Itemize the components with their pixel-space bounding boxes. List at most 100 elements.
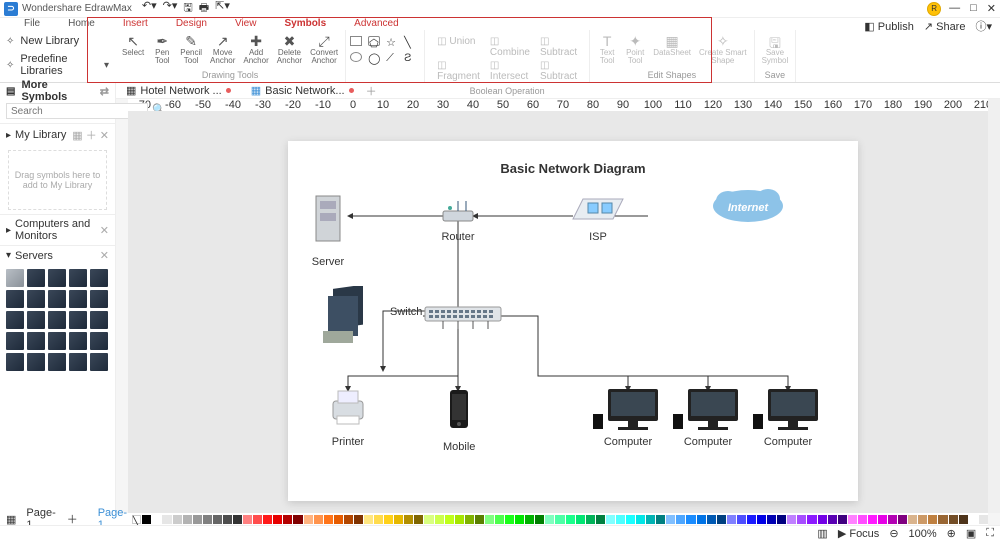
color-swatch[interactable] (596, 515, 605, 524)
fragment-button[interactable]: ◫ Fragment (437, 60, 480, 82)
delete-anchor-tool[interactable]: ✖Delete Anchor (274, 32, 305, 66)
color-swatch[interactable] (253, 515, 262, 524)
color-swatch[interactable] (878, 515, 887, 524)
color-swatch[interactable] (686, 515, 695, 524)
server-shape[interactable] (48, 332, 66, 350)
node-printer[interactable]: Printer (323, 386, 373, 448)
menu-home[interactable]: Home (54, 18, 109, 30)
tab-basic-network[interactable]: ▦ Basic Network... (243, 84, 362, 97)
color-swatch[interactable] (324, 515, 333, 524)
new-library-button[interactable]: ✧ New Library (6, 32, 109, 50)
color-swatch[interactable] (969, 515, 978, 524)
print-icon[interactable]: 🖶 (199, 0, 209, 18)
color-swatch[interactable] (162, 515, 171, 524)
menu-design[interactable]: Design (162, 18, 221, 30)
node-server[interactable]: Server (308, 191, 348, 268)
fullscreen-icon[interactable]: ⛶ (986, 527, 994, 540)
server-shape[interactable] (90, 269, 108, 287)
server-shape[interactable] (27, 269, 45, 287)
color-swatch[interactable] (959, 515, 968, 524)
color-swatch[interactable] (566, 515, 575, 524)
color-swatch[interactable] (435, 515, 444, 524)
node-computer-1[interactable]: Computer (593, 386, 663, 448)
my-library-section[interactable]: ▸ My Library▦ ＋ ✕ (0, 123, 115, 146)
color-swatch[interactable] (737, 515, 746, 524)
node-mobile[interactable]: Mobile (443, 386, 475, 453)
color-swatch[interactable] (424, 515, 433, 524)
color-swatch[interactable] (404, 515, 413, 524)
color-swatch[interactable] (777, 515, 786, 524)
node-storage[interactable] (318, 286, 378, 349)
color-swatch[interactable] (586, 515, 595, 524)
color-swatch[interactable] (445, 515, 454, 524)
combine-button[interactable]: ◫ Combine (490, 36, 530, 58)
color-swatch[interactable] (949, 515, 958, 524)
color-swatch[interactable] (314, 515, 323, 524)
union-button[interactable]: ◫ Union (437, 36, 480, 58)
color-swatch[interactable] (727, 515, 736, 524)
color-swatch[interactable] (334, 515, 343, 524)
color-swatch[interactable] (193, 515, 202, 524)
server-shape[interactable] (27, 311, 45, 329)
server-shape[interactable] (6, 269, 24, 287)
color-swatch[interactable] (807, 515, 816, 524)
server-shape[interactable] (6, 332, 24, 350)
scrollbar-vertical[interactable] (988, 99, 1000, 513)
move-anchor-tool[interactable]: ↗Move Anchor (207, 32, 238, 66)
server-shape[interactable] (69, 353, 87, 371)
canvas[interactable]: Basic Network Diagram Server Router ISP … (128, 111, 988, 513)
zoom-out-button[interactable]: ⊖ (889, 527, 898, 540)
color-swatch[interactable] (384, 515, 393, 524)
color-swatch[interactable] (344, 515, 353, 524)
color-swatch[interactable] (142, 515, 151, 524)
menu-insert[interactable]: Insert (109, 18, 162, 30)
save-icon[interactable]: 🖫 (183, 0, 192, 18)
computers-section[interactable]: ▸ Computers and Monitors✕ (0, 214, 115, 245)
server-shape[interactable] (69, 332, 87, 350)
menu-file[interactable]: File (10, 18, 54, 30)
color-swatch[interactable] (717, 515, 726, 524)
menu-advanced[interactable]: Advanced (340, 18, 412, 30)
color-swatch[interactable] (848, 515, 857, 524)
color-swatch[interactable] (293, 515, 302, 524)
color-swatch[interactable] (173, 515, 182, 524)
color-swatch[interactable] (555, 515, 564, 524)
server-shape[interactable] (48, 269, 66, 287)
color-swatch[interactable] (818, 515, 827, 524)
color-swatch[interactable] (697, 515, 706, 524)
intersect-button[interactable]: ◫ Intersect (490, 60, 530, 82)
color-swatch[interactable] (838, 515, 847, 524)
layers-icon[interactable]: ▥ (817, 527, 827, 540)
color-swatch[interactable] (858, 515, 867, 524)
server-shape[interactable] (27, 353, 45, 371)
server-shape[interactable] (90, 290, 108, 308)
color-swatch[interactable] (374, 515, 383, 524)
predefine-libraries-button[interactable]: ✧ Predefine Libraries ▾ (6, 50, 109, 80)
pages-icon[interactable]: ▦ (6, 513, 16, 526)
save-symbol-button[interactable]: 🖫Save Symbol (759, 32, 792, 66)
node-router[interactable]: Router (438, 196, 478, 243)
redo-icon[interactable]: ↷▾ (163, 0, 178, 18)
server-shapes-grid[interactable] (0, 265, 115, 375)
servers-section[interactable]: ▾ Servers✕ (0, 245, 115, 265)
server-shape[interactable] (6, 353, 24, 371)
color-swatch[interactable] (465, 515, 474, 524)
server-shape[interactable] (48, 290, 66, 308)
pencil-tool[interactable]: ✎Pencil Tool (177, 32, 205, 66)
text-tool[interactable]: TText Tool (594, 32, 620, 66)
node-internet[interactable]: Internet (708, 181, 788, 229)
color-swatch[interactable] (545, 515, 554, 524)
color-swatch[interactable] (515, 515, 524, 524)
color-swatch[interactable] (263, 515, 272, 524)
datasheet-button[interactable]: ▦DataSheet (650, 32, 694, 66)
color-swatch[interactable] (576, 515, 585, 524)
color-swatch[interactable] (183, 515, 192, 524)
color-swatch[interactable] (707, 515, 716, 524)
node-switch[interactable] (423, 301, 503, 334)
color-swatch[interactable] (646, 515, 655, 524)
shape-grid[interactable]: ⬠☆╲ ◯⟋Ƨ (350, 32, 420, 66)
color-swatch[interactable] (525, 515, 534, 524)
menu-symbols[interactable]: Symbols (270, 18, 340, 30)
menu-view[interactable]: View (221, 18, 271, 30)
select-tool[interactable]: ↖Select (119, 32, 147, 66)
